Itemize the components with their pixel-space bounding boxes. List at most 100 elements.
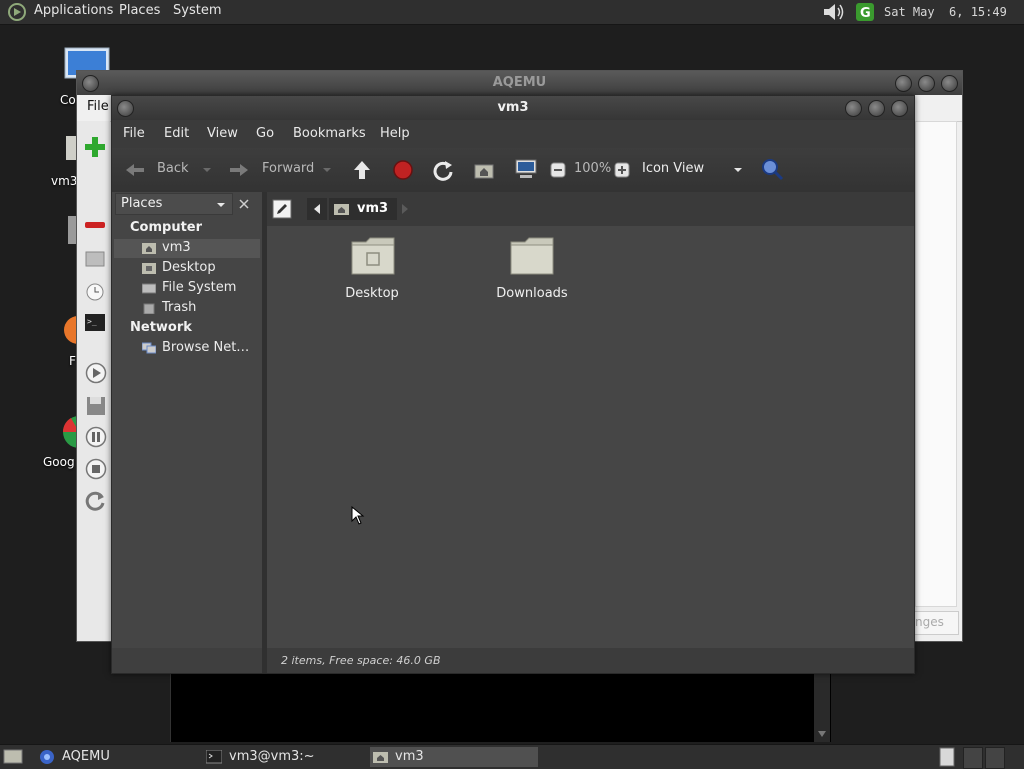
close-button[interactable] — [941, 75, 958, 92]
sidebar-item-label: Trash — [162, 300, 197, 315]
zoom-in-icon[interactable] — [614, 162, 630, 178]
aqemu-info-panel — [915, 121, 957, 607]
workspace-switcher-icon[interactable] — [938, 747, 958, 767]
home-folder-icon — [334, 204, 349, 215]
panel-clock[interactable]: Sat May 6, 15:49 — [884, 5, 1007, 19]
close-button[interactable] — [891, 100, 908, 117]
menu-system[interactable]: System — [173, 3, 221, 18]
computer-icon[interactable] — [514, 158, 538, 180]
start-vm-icon[interactable] — [85, 362, 107, 384]
stop-vm-icon[interactable] — [85, 458, 107, 480]
svg-text:>_: >_ — [87, 317, 97, 326]
workspace-2[interactable] — [963, 747, 983, 769]
save-state-icon[interactable] — [85, 395, 107, 417]
home-folder-icon — [142, 243, 156, 254]
aqemu-titlebar[interactable]: AQEMU — [77, 71, 962, 95]
workspace-3[interactable] — [985, 747, 1005, 769]
add-vm-icon[interactable] — [84, 136, 106, 158]
path-button-label: vm3 — [357, 201, 389, 216]
trash-icon — [143, 303, 155, 314]
window-title: vm3 — [497, 100, 529, 115]
taskbar-item-label: vm3 — [395, 749, 424, 764]
taskbar-item-terminal[interactable]: vm3@vm3:~ — [204, 747, 364, 767]
file-view[interactable]: Desktop Downloads — [267, 226, 914, 648]
taskbar-item-label: AQEMU — [62, 749, 110, 764]
chevron-right-icon[interactable] — [401, 204, 409, 214]
sidebar-item-label: File System — [162, 280, 237, 295]
minimize-button[interactable] — [895, 75, 912, 92]
status-bar: 2 items, Free space: 46.0 GB — [267, 648, 914, 673]
menu-help[interactable]: Help — [380, 126, 410, 141]
show-desktop-icon[interactable] — [3, 748, 23, 766]
sidebar-item-label: vm3 — [162, 240, 191, 255]
scroll-down-icon[interactable] — [817, 730, 827, 738]
path-button-vm3[interactable]: vm3 — [329, 198, 397, 220]
menubar: File Edit View Go Bookmarks Help — [112, 120, 914, 148]
sidebar-item-label: Desktop — [162, 260, 216, 275]
maximize-button[interactable] — [918, 75, 935, 92]
view-mode-select[interactable]: Icon View — [640, 156, 748, 184]
reload-icon[interactable] — [432, 159, 454, 181]
sidebar-selector[interactable]: Places — [115, 193, 233, 215]
desktop-icon-label: Co — [60, 93, 76, 107]
sidebar-item-vm3[interactable]: vm3 — [114, 239, 260, 258]
sidebar-item-browse-network[interactable]: Browse Net… — [114, 339, 260, 358]
up-folder-icon[interactable] — [351, 159, 373, 181]
menu-applications[interactable]: Applications — [34, 3, 113, 18]
menu-view[interactable]: View — [207, 126, 238, 141]
file-item[interactable]: Desktop — [317, 234, 427, 304]
menu-file[interactable]: File — [87, 99, 109, 114]
home-folder-icon[interactable] — [473, 160, 495, 180]
forward-button[interactable]: Forward — [226, 156, 338, 184]
file-manager-titlebar[interactable]: vm3 — [112, 96, 914, 120]
terminal-icon[interactable]: >_ — [85, 314, 105, 332]
edit-location-icon[interactable] — [272, 199, 292, 219]
file-manager-window: vm3 File Edit View Go Bookmarks Help Bac… — [111, 95, 915, 674]
apply-changes-label: nges — [915, 615, 944, 629]
aqemu-vm-toolbar: >_ — [77, 121, 110, 641]
bottom-panel: AQEMU vm3@vm3:~ vm3 — [0, 744, 1024, 769]
sidebar-item-trash[interactable]: Trash — [114, 299, 260, 318]
minimize-button[interactable] — [845, 100, 862, 117]
settings-icon[interactable] — [85, 249, 105, 269]
desktop-icon-label: vm3 — [51, 174, 78, 188]
menu-edit[interactable]: Edit — [164, 126, 189, 141]
menu-bookmarks[interactable]: Bookmarks — [293, 126, 366, 141]
desktop-icon-label: F — [69, 354, 76, 368]
section-computer: Computer — [130, 220, 203, 235]
pause-vm-icon[interactable] — [85, 426, 107, 448]
close-sidebar-icon[interactable] — [236, 196, 252, 212]
back-button[interactable]: Back — [120, 156, 220, 184]
stop-icon[interactable] — [392, 159, 414, 181]
home-folder-icon — [373, 752, 388, 763]
sidebar-item-desktop[interactable]: Desktop — [114, 259, 260, 278]
folder-icon — [510, 237, 554, 275]
back-arrow-icon — [126, 164, 144, 176]
menu-file[interactable]: File — [123, 126, 145, 141]
chevron-down-icon — [217, 203, 225, 207]
taskbar-item-vm3[interactable]: vm3 — [370, 747, 538, 767]
history-clock-icon[interactable] — [85, 282, 105, 302]
maximize-button[interactable] — [868, 100, 885, 117]
update-manager-icon[interactable]: G — [855, 2, 875, 22]
sidebar-item-file-system[interactable]: File System — [114, 279, 260, 298]
menu-go[interactable]: Go — [256, 126, 274, 141]
menu-places[interactable]: Places — [119, 3, 160, 18]
path-scroll-left[interactable] — [307, 198, 327, 220]
status-text: 2 items, Free space: 46.0 GB — [281, 654, 441, 667]
back-label: Back — [157, 161, 189, 176]
reset-vm-icon[interactable] — [85, 490, 107, 512]
remove-vm-icon[interactable] — [84, 221, 106, 229]
terminal-scrollbar[interactable] — [814, 672, 830, 742]
volume-icon[interactable] — [821, 2, 845, 22]
search-icon[interactable] — [760, 157, 784, 181]
file-item[interactable]: Downloads — [477, 234, 587, 304]
zoom-out-icon[interactable] — [550, 162, 566, 178]
window-title: AQEMU — [492, 75, 547, 90]
apply-changes-button[interactable]: nges — [913, 611, 959, 635]
view-mode-label: Icon View — [642, 161, 705, 176]
forward-label: Forward — [262, 161, 315, 176]
taskbar-item-aqemu[interactable]: AQEMU — [37, 747, 187, 767]
terminal-window[interactable] — [170, 672, 831, 742]
distro-logo-icon[interactable] — [7, 2, 27, 22]
